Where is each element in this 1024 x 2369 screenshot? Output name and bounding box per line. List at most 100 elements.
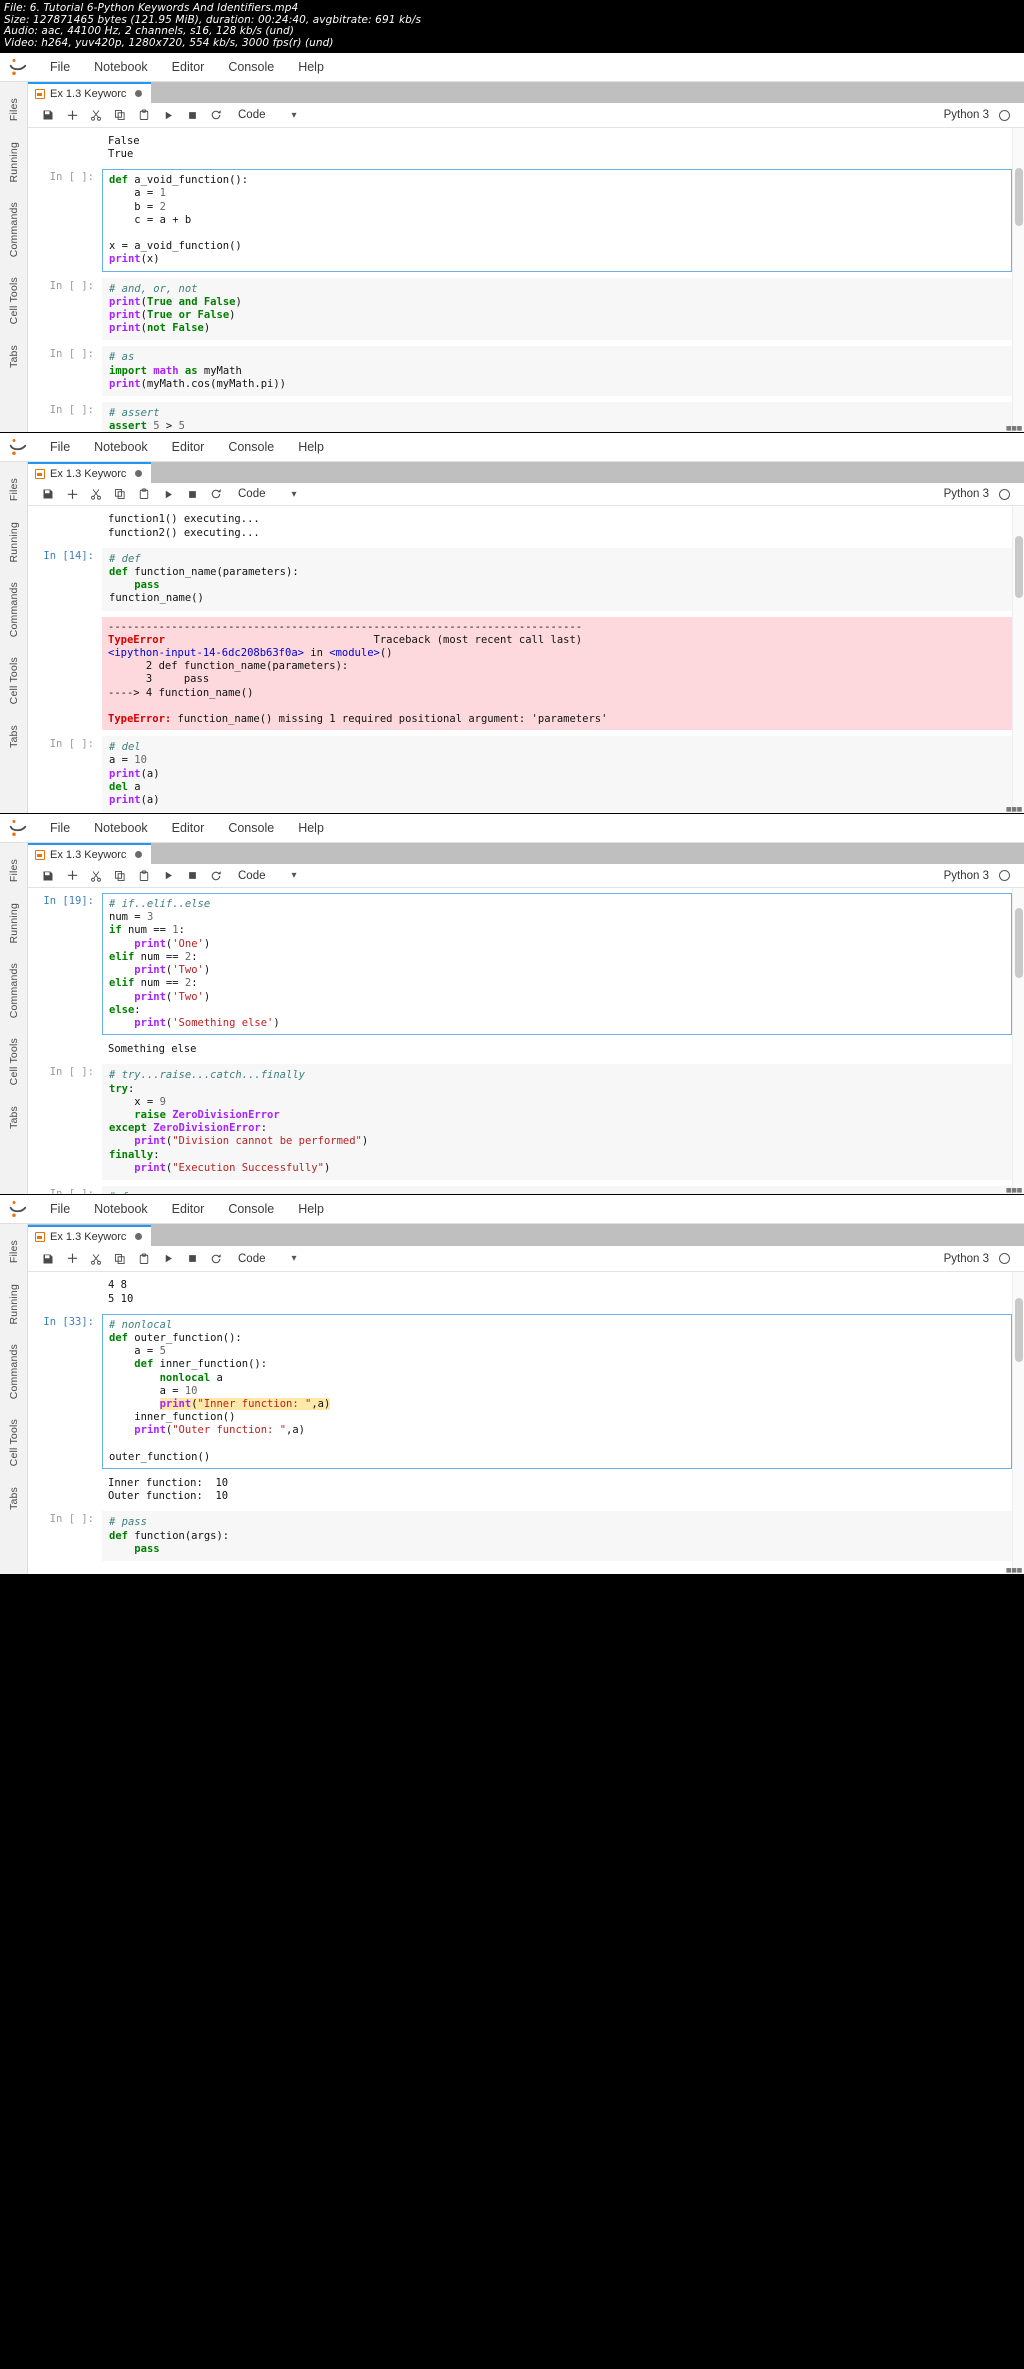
menu-item-file[interactable]: File (38, 1195, 82, 1224)
run-button[interactable] (156, 865, 180, 887)
tab-bar[interactable]: Ex 1.3 Keyworc (28, 843, 1024, 865)
notebook-cell-code[interactable]: In [ ]: # try...raise...catch...finally t… (28, 1061, 1012, 1183)
save-button[interactable] (36, 865, 60, 887)
stop-button[interactable] (180, 1248, 204, 1270)
copy-button[interactable] (108, 1248, 132, 1270)
add-cell-button[interactable] (60, 865, 84, 887)
notebook-cell-code[interactable]: In [14]: # def def function_name(paramete… (28, 545, 1012, 614)
menu-item-file[interactable]: File (38, 433, 82, 462)
kernel-status-icon[interactable] (999, 109, 1010, 121)
vertical-scrollbar[interactable] (1012, 127, 1024, 433)
cell-editor[interactable]: def a_void_function(): a = 1 b = 2 c = a… (102, 169, 1012, 272)
copy-button[interactable] (108, 104, 132, 126)
sidebar-item-commands[interactable]: Commands (8, 953, 20, 1028)
copy-button[interactable] (108, 865, 132, 887)
sidebar-item-tabs[interactable]: Tabs (8, 1477, 20, 1520)
sidebar-item-tabs[interactable]: Tabs (8, 1096, 20, 1139)
notebook-cell-code[interactable]: In [ ]: # pass def function(args): pass (28, 1508, 1012, 1564)
save-button[interactable] (36, 1248, 60, 1270)
menu-item-console[interactable]: Console (216, 1195, 286, 1224)
left-sidebar[interactable]: Files Running Commands Cell Tools Tabs (0, 843, 28, 1195)
sidebar-item-cell-tools[interactable]: Cell Tools (8, 1028, 20, 1095)
menu-item-editor[interactable]: Editor (160, 433, 217, 462)
tab-notebook-ex13-keywords[interactable]: Ex 1.3 Keyworc (28, 462, 152, 484)
menu-item-console[interactable]: Console (216, 53, 286, 82)
sidebar-item-files[interactable]: Files (8, 468, 20, 511)
add-cell-button[interactable] (60, 104, 84, 126)
copy-button[interactable] (108, 483, 132, 505)
vertical-scrollbar[interactable] (1012, 888, 1024, 1195)
restart-kernel-button[interactable] (204, 104, 228, 126)
tab-bar[interactable]: Ex 1.3 Keyworc (28, 82, 1024, 104)
menu-item-console[interactable]: Console (216, 814, 286, 843)
notebook-cell-code[interactable]: In [ ]: # as import math as myMath print(… (28, 343, 1012, 399)
paste-button[interactable] (132, 1248, 156, 1270)
vertical-scrollbar[interactable] (1012, 506, 1024, 814)
cell-type-select[interactable]: Code ▾ (238, 109, 297, 121)
kernel-status-icon[interactable] (999, 870, 1010, 882)
cell-type-select[interactable]: Code ▾ (238, 870, 297, 882)
cell-editor[interactable]: # del a = 10 print(a) del a print(a) (102, 736, 1012, 813)
cell-editor[interactable]: # as import math as myMath print(myMath.… (102, 346, 1012, 396)
sidebar-item-commands[interactable]: Commands (8, 1334, 20, 1409)
add-cell-button[interactable] (60, 483, 84, 505)
tab-bar[interactable]: Ex 1.3 Keyworc (28, 1224, 1024, 1247)
add-cell-button[interactable] (60, 1248, 84, 1270)
cell-editor[interactable]: # pass def function(args): pass (102, 1511, 1012, 1562)
stop-button[interactable] (180, 483, 204, 505)
cell-type-select[interactable]: Code ▾ (238, 488, 297, 500)
cell-editor[interactable]: # and, or, not print(True and False) pri… (102, 277, 1012, 341)
menu-item-console[interactable]: Console (216, 433, 286, 462)
scrollbar-thumb[interactable] (1015, 536, 1023, 599)
sidebar-item-running[interactable]: Running (8, 893, 20, 954)
menu-item-editor[interactable]: Editor (160, 1195, 217, 1224)
cell-editor[interactable]: # for for i in range(1,10): (102, 1185, 1012, 1195)
menu-item-editor[interactable]: Editor (160, 814, 217, 843)
sidebar-item-running[interactable]: Running (8, 1274, 20, 1335)
restart-kernel-button[interactable] (204, 1248, 228, 1270)
notebook-cell-code[interactable]: In [ ]: def a_void_function(): a = 1 b = … (28, 166, 1012, 274)
unsaved-indicator-icon[interactable] (135, 1233, 143, 1241)
tab-notebook-ex13-keywords[interactable]: Ex 1.3 Keyworc (28, 1225, 152, 1247)
notebook-cell-code[interactable]: In [33]: # nonlocal def outer_function():… (28, 1311, 1012, 1472)
menu-item-help[interactable]: Help (286, 814, 336, 843)
unsaved-indicator-icon[interactable] (135, 470, 143, 478)
tab-notebook-ex13-keywords[interactable]: Ex 1.3 Keyworc (28, 82, 152, 104)
cell-editor[interactable]: # try...raise...catch...finally try: x =… (102, 1064, 1012, 1180)
left-sidebar[interactable]: Files Running Commands Cell Tools Tabs (0, 1224, 28, 1575)
sidebar-item-commands[interactable]: Commands (8, 192, 20, 267)
paste-button[interactable] (132, 483, 156, 505)
sidebar-item-cell-tools[interactable]: Cell Tools (8, 267, 20, 334)
sidebar-item-tabs[interactable]: Tabs (8, 715, 20, 758)
menu-item-help[interactable]: Help (286, 1195, 336, 1224)
menu-item-notebook[interactable]: Notebook (82, 53, 160, 82)
sidebar-item-files[interactable]: Files (8, 1230, 20, 1273)
run-button[interactable] (156, 104, 180, 126)
cut-button[interactable] (84, 865, 108, 887)
sidebar-item-commands[interactable]: Commands (8, 572, 20, 647)
menu-item-file[interactable]: File (38, 53, 82, 82)
run-button[interactable] (156, 1248, 180, 1270)
notebook-cell-code[interactable]: In [ ]: # and, or, not print(True and Fal… (28, 275, 1012, 344)
run-button[interactable] (156, 483, 180, 505)
menu-item-help[interactable]: Help (286, 53, 336, 82)
cell-editor[interactable]: # nonlocal def outer_function(): a = 5 d… (102, 1313, 1012, 1470)
notebook-cell-code[interactable]: In [ ]: # for for i in range(1,10): (28, 1183, 1012, 1195)
unsaved-indicator-icon[interactable] (135, 851, 143, 859)
sidebar-item-files[interactable]: Files (8, 88, 20, 131)
menu-item-file[interactable]: File (38, 814, 82, 843)
cell-type-select[interactable]: Code ▾ (238, 1253, 297, 1265)
sidebar-item-tabs[interactable]: Tabs (8, 335, 20, 378)
unsaved-indicator-icon[interactable] (135, 90, 143, 98)
menu-item-editor[interactable]: Editor (160, 53, 217, 82)
menu-item-notebook[interactable]: Notebook (82, 433, 160, 462)
left-sidebar[interactable]: Files Running Commands Cell Tools Tabs (0, 82, 28, 433)
tab-notebook-ex13-keywords[interactable]: Ex 1.3 Keyworc (28, 843, 152, 865)
sidebar-item-cell-tools[interactable]: Cell Tools (8, 1409, 20, 1476)
sidebar-item-running[interactable]: Running (8, 512, 20, 573)
scrollbar-thumb[interactable] (1015, 908, 1023, 979)
menu-item-notebook[interactable]: Notebook (82, 814, 160, 843)
vertical-scrollbar[interactable] (1012, 1272, 1024, 1575)
cell-editor[interactable]: # assert assert 5 > 5 assert 5 == 5 (102, 401, 1012, 433)
sidebar-item-files[interactable]: Files (8, 849, 20, 892)
